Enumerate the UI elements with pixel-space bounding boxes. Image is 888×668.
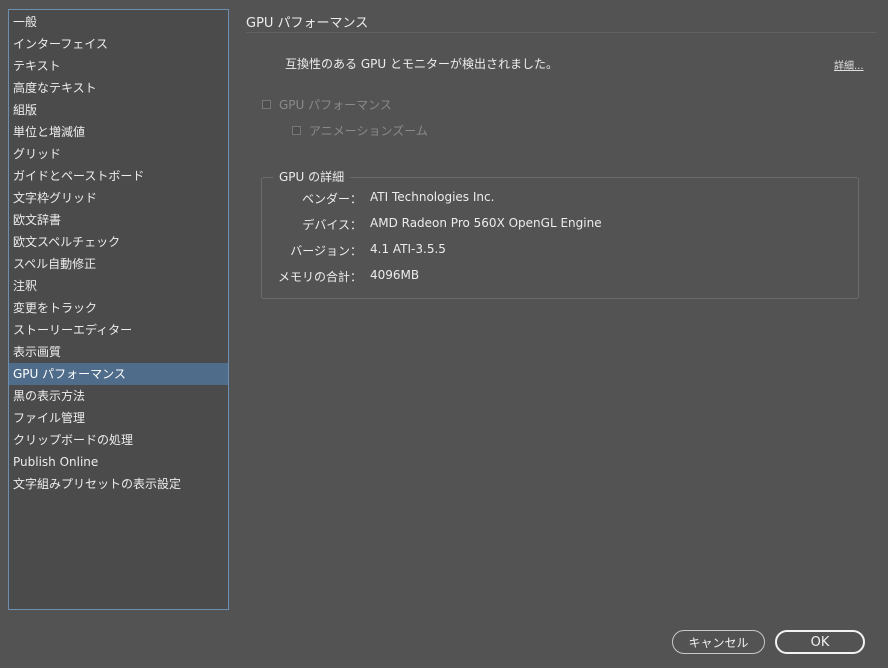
animated-zoom-checkbox-label: アニメーションズーム bbox=[309, 124, 428, 138]
sidebar-item-publish-online[interactable]: Publish Online bbox=[9, 451, 228, 473]
sidebar-item-advanced-text[interactable]: 高度なテキスト bbox=[9, 77, 228, 99]
device-value: AMD Radeon Pro 560X OpenGL Engine bbox=[370, 216, 602, 230]
sidebar-item-gpu-performance[interactable]: GPU パフォーマンス bbox=[9, 363, 228, 385]
sidebar-item-interface[interactable]: インターフェイス bbox=[9, 33, 228, 55]
sidebar-item-track-changes[interactable]: 変更をトラック bbox=[9, 297, 228, 319]
sidebar-item-guides-pasteboard[interactable]: ガイドとペーストボード bbox=[9, 165, 228, 187]
sidebar-item-spelling[interactable]: 欧文スペルチェック bbox=[9, 231, 228, 253]
version-value: 4.1 ATI-3.5.5 bbox=[370, 242, 446, 256]
gpu-performance-checkbox-label: GPU パフォーマンス bbox=[279, 98, 392, 112]
title-divider bbox=[246, 32, 876, 33]
sidebar-item-story-editor[interactable]: ストーリーエディター bbox=[9, 319, 228, 341]
sidebar-item-mojikumi-presets[interactable]: 文字組みプリセットの表示設定 bbox=[9, 473, 228, 495]
gpu-performance-checkbox-row[interactable]: GPU パフォーマンス bbox=[262, 96, 392, 113]
sidebar-item-text[interactable]: テキスト bbox=[9, 55, 228, 77]
sidebar-item-dictionary[interactable]: 欧文辞書 bbox=[9, 209, 228, 231]
page-title: GPU パフォーマンス bbox=[246, 16, 369, 31]
total-memory-label: メモリの合計： bbox=[277, 270, 362, 284]
vendor-label: ベンダー： bbox=[301, 192, 362, 206]
vendor-value: ATI Technologies Inc. bbox=[370, 190, 495, 204]
device-label: デバイス： bbox=[302, 218, 362, 232]
details-link[interactable]: 詳細... bbox=[834, 57, 864, 72]
sidebar-item-general[interactable]: 一般 bbox=[9, 11, 228, 33]
gpu-compat-message: 互換性のある GPU とモニターが検出されました。 bbox=[285, 57, 558, 71]
animated-zoom-checkbox[interactable] bbox=[292, 126, 301, 135]
preferences-category-list: 一般 インターフェイス テキスト 高度なテキスト 組版 単位と増減値 グリッド … bbox=[8, 9, 229, 610]
sidebar-item-frame-grid[interactable]: 文字枠グリッド bbox=[9, 187, 228, 209]
gpu-details-legend: GPU の詳細 bbox=[273, 168, 351, 185]
cancel-button[interactable]: キャンセル bbox=[672, 630, 765, 654]
version-label: バージョン： bbox=[290, 244, 362, 258]
sidebar-item-grids[interactable]: グリッド bbox=[9, 143, 228, 165]
sidebar-item-autocorrect[interactable]: スペル自動修正 bbox=[9, 253, 228, 275]
animated-zoom-checkbox-row[interactable]: アニメーションズーム bbox=[292, 122, 428, 139]
sidebar-item-file-handling[interactable]: ファイル管理 bbox=[9, 407, 228, 429]
sidebar-item-clipboard-handling[interactable]: クリップボードの処理 bbox=[9, 429, 228, 451]
sidebar-item-notes[interactable]: 注釈 bbox=[9, 275, 228, 297]
sidebar-item-display-performance[interactable]: 表示画質 bbox=[9, 341, 228, 363]
sidebar-item-composition[interactable]: 組版 bbox=[9, 99, 228, 121]
total-memory-value: 4096MB bbox=[370, 268, 420, 282]
sidebar-item-units-increments[interactable]: 単位と増減値 bbox=[9, 121, 228, 143]
gpu-performance-checkbox[interactable] bbox=[262, 100, 271, 109]
sidebar-item-appearance-of-black[interactable]: 黒の表示方法 bbox=[9, 385, 228, 407]
ok-button[interactable]: OK bbox=[775, 630, 865, 654]
